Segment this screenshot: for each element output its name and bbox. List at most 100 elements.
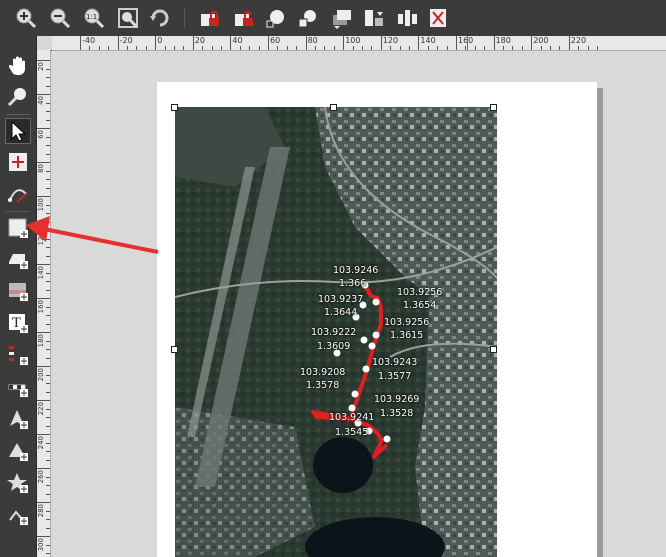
ruler-label: 280 <box>37 504 45 518</box>
ruler-label: -20 <box>119 36 133 45</box>
align-icon[interactable] <box>360 4 388 32</box>
ruler-tick <box>192 36 194 50</box>
resize-icon[interactable] <box>424 4 452 32</box>
zoom-out-icon[interactable] <box>46 4 74 32</box>
unlock-icon[interactable] <box>230 4 258 32</box>
svg-text:1:1: 1:1 <box>86 13 97 21</box>
ruler-tick <box>230 36 232 50</box>
ruler-label: 220 <box>37 402 45 416</box>
ruler-tick <box>493 36 495 50</box>
add-legend-tool-icon[interactable] <box>5 342 31 368</box>
resize-handle[interactable] <box>171 104 178 111</box>
ruler-tick <box>418 36 420 50</box>
ruler-tick <box>36 264 50 265</box>
ruler-label: 240 <box>37 436 45 450</box>
ruler-label: 300 <box>37 538 45 552</box>
zoom-tool-icon[interactable] <box>5 83 31 109</box>
add-map-tool-icon[interactable] <box>5 215 31 241</box>
move-content-tool-icon[interactable] <box>5 149 31 175</box>
ruler-label: 100 <box>345 36 361 45</box>
ruler-label: 260 <box>37 470 45 484</box>
resize-handle[interactable] <box>490 346 497 353</box>
group-icon[interactable] <box>262 4 290 32</box>
ruler-tick <box>36 434 50 435</box>
coord-label: 103.9237 <box>318 294 364 305</box>
ruler-tick <box>268 36 269 50</box>
coord-label: 103.9208 <box>300 367 346 378</box>
coord-label: 103.9222 <box>311 327 357 338</box>
ruler-tick <box>36 400 50 401</box>
resize-handle[interactable] <box>171 346 178 353</box>
ruler-tick <box>36 502 50 503</box>
ruler-label: 220 <box>570 36 587 45</box>
add-marker-tool-icon[interactable] <box>5 470 31 496</box>
lock-icon[interactable] <box>196 4 224 32</box>
resize-handle[interactable] <box>490 104 497 111</box>
zoom-in-icon[interactable] <box>12 4 40 32</box>
ruler-label: 160 <box>37 300 45 314</box>
add-north-arrow-tool-icon[interactable] <box>5 406 31 432</box>
zoom-fit-icon[interactable] <box>114 4 142 32</box>
zoom-100-icon[interactable]: 1:1 <box>80 4 108 32</box>
add-3d-map-tool-icon[interactable] <box>5 246 31 272</box>
add-scalebar-tool-icon[interactable] <box>5 374 31 400</box>
ungroup-icon[interactable] <box>294 4 322 32</box>
ruler-label: 180 <box>495 36 511 45</box>
ruler-tick <box>36 366 50 367</box>
ruler-label: 200 <box>37 368 45 382</box>
ruler-label: 20 <box>194 36 205 45</box>
coord-label: 1.3615 <box>390 330 424 341</box>
tool-palette: T <box>0 36 37 557</box>
ruler-label: 160 <box>458 36 474 45</box>
ruler-tick <box>568 36 570 50</box>
ruler-tick <box>456 36 457 50</box>
ruler-tick <box>36 230 50 231</box>
coord-label: 103.9256 <box>384 317 430 328</box>
add-polyline-tool-icon[interactable] <box>5 502 31 528</box>
ruler-tick <box>531 36 533 50</box>
add-picture-tool-icon[interactable] <box>5 278 31 304</box>
ruler-label: 80 <box>37 164 45 173</box>
ruler-tick <box>36 536 50 537</box>
ruler-tick <box>36 196 50 197</box>
coord-label: 1.3609 <box>317 341 351 352</box>
raise-icon[interactable] <box>328 4 356 32</box>
add-shape-tool-icon[interactable] <box>5 438 31 464</box>
ruler-label: 20 <box>37 62 45 71</box>
ruler-tick <box>155 36 157 50</box>
ruler-label: 140 <box>37 266 45 280</box>
ruler-tick <box>36 162 50 163</box>
add-label-tool-icon[interactable]: T <box>5 310 31 336</box>
ruler-tick <box>36 332 50 333</box>
ruler-tick <box>36 60 50 61</box>
coord-label: 1.3577 <box>378 371 412 382</box>
coord-label: 1.3654 <box>403 300 437 311</box>
ruler-tick <box>36 94 50 95</box>
ruler-label: 80 <box>307 36 318 45</box>
ruler-corner <box>36 36 52 50</box>
coord-label: 103.9241 <box>329 412 375 423</box>
ruler-label: 180 <box>37 334 45 348</box>
vertical-ruler[interactable]: 20 40 60 80 100 120 140 160 180 200 220 240 260 280 30… <box>36 50 51 557</box>
refresh-icon[interactable] <box>146 4 174 32</box>
ruler-tick <box>380 36 382 50</box>
coord-label: 1.3545 <box>335 427 369 438</box>
coord-label: 1.3578 <box>306 380 340 391</box>
distribute-icon[interactable] <box>394 4 422 32</box>
edit-nodes-tool-icon[interactable] <box>5 180 31 206</box>
select-tool-icon[interactable] <box>5 118 31 144</box>
ruler-tick <box>343 36 345 50</box>
ruler-label: 140 <box>420 36 436 45</box>
resize-handle[interactable] <box>330 104 337 111</box>
ruler-label: 60 <box>270 36 281 45</box>
coord-label: 1.3644 <box>324 307 358 318</box>
ruler-label: 120 <box>382 36 399 45</box>
ruler-tick <box>305 36 307 50</box>
ruler-tick <box>36 468 50 469</box>
ruler-label: 40 <box>232 36 243 45</box>
pan-tool-icon[interactable] <box>5 52 31 78</box>
coord-label: 103.9256 <box>397 287 443 298</box>
horizontal-ruler[interactable]: -40 -20 0 20 40 60 80 100 120 140 160 180 200 220 <box>52 36 666 51</box>
coord-label: 103.9246 <box>333 265 379 276</box>
ruler-label: 60 <box>37 130 45 139</box>
